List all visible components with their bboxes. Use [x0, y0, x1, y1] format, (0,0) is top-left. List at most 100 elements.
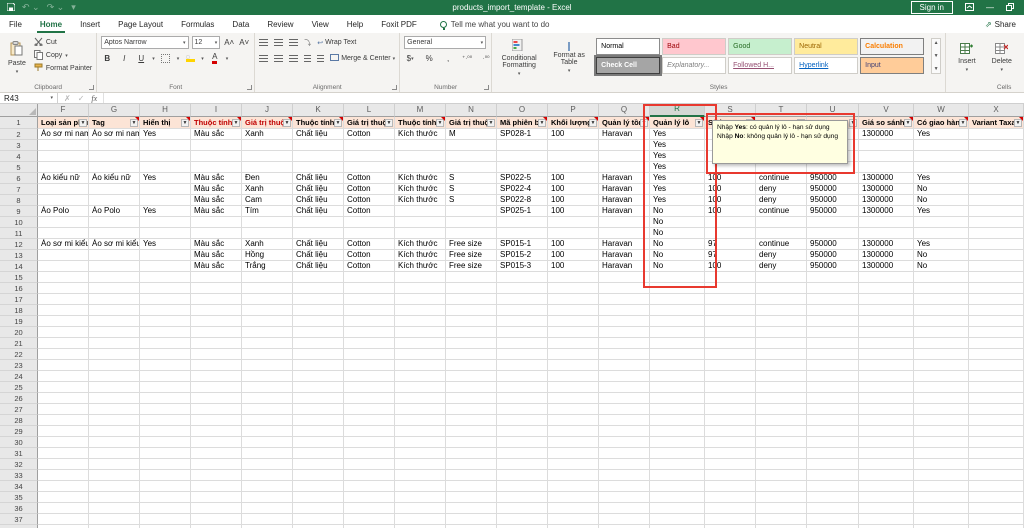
column-header-G[interactable]: G [89, 104, 140, 117]
row-header-18[interactable]: 18 [0, 305, 38, 316]
cell-K24[interactable] [293, 371, 344, 382]
cell-F27[interactable] [38, 404, 89, 415]
cell-M15[interactable] [395, 272, 446, 283]
style-check-cell[interactable]: Check Cell [596, 57, 660, 74]
cell-W14[interactable]: No [914, 261, 969, 272]
cell-F6[interactable]: Áo kiểu nữ [38, 173, 89, 184]
cell-G9[interactable]: Áo Polo [89, 206, 140, 217]
cell-F30[interactable] [38, 437, 89, 448]
cell-R29[interactable] [650, 426, 705, 437]
cell-R8[interactable]: Yes [650, 195, 705, 206]
cell-H34[interactable] [140, 481, 191, 492]
cell-W37[interactable] [914, 514, 969, 525]
cell-Q19[interactable] [599, 316, 650, 327]
cell-T15[interactable] [756, 272, 807, 283]
font-size-select[interactable]: 12▾ [192, 36, 221, 49]
cell-X29[interactable] [969, 426, 1024, 437]
filter-dropdown-icon[interactable]: ▼ [849, 119, 857, 127]
row-header-20[interactable]: 20 [0, 327, 38, 338]
tab-review[interactable]: Review [258, 15, 302, 33]
cell-P13[interactable]: 100 [548, 250, 599, 261]
cell-K17[interactable] [293, 294, 344, 305]
cell-U25[interactable] [807, 382, 859, 393]
cell-X9[interactable] [969, 206, 1024, 217]
cell-G30[interactable] [89, 437, 140, 448]
cell-T13[interactable]: deny [756, 250, 807, 261]
cell-N36[interactable] [446, 503, 497, 514]
cell-L12[interactable]: Cotton [344, 239, 395, 250]
cell-V22[interactable] [859, 349, 914, 360]
cell-H23[interactable] [140, 360, 191, 371]
cell-P17[interactable] [548, 294, 599, 305]
column-header-J[interactable]: J [242, 104, 293, 117]
cell-G8[interactable] [89, 195, 140, 206]
cell-P14[interactable]: 100 [548, 261, 599, 272]
cell-H32[interactable] [140, 459, 191, 470]
cell-I18[interactable] [191, 305, 242, 316]
cell-P5[interactable] [548, 162, 599, 173]
cell-I30[interactable] [191, 437, 242, 448]
cell-I20[interactable] [191, 327, 242, 338]
cell-S24[interactable] [705, 371, 756, 382]
cell-N22[interactable] [446, 349, 497, 360]
cell-F11[interactable] [38, 228, 89, 239]
cell-Q21[interactable] [599, 338, 650, 349]
style-calculation[interactable]: Calculation [860, 38, 924, 55]
cell-H13[interactable] [140, 250, 191, 261]
cell-J32[interactable] [242, 459, 293, 470]
cell-U33[interactable] [807, 470, 859, 481]
cell-X28[interactable] [969, 415, 1024, 426]
cell-O9[interactable]: SP025-1 [497, 206, 548, 217]
cell-O26[interactable] [497, 393, 548, 404]
cell-F25[interactable] [38, 382, 89, 393]
cell-W4[interactable] [914, 151, 969, 162]
cell-N12[interactable]: Free size [446, 239, 497, 250]
column-header-L[interactable]: L [344, 104, 395, 117]
cell-U8[interactable]: 950000 [807, 195, 859, 206]
cell-Q18[interactable] [599, 305, 650, 316]
cell-X21[interactable] [969, 338, 1024, 349]
cell-X35[interactable] [969, 492, 1024, 503]
cell-I6[interactable]: Màu sắc [191, 173, 242, 184]
cell-X6[interactable] [969, 173, 1024, 184]
cell-W28[interactable] [914, 415, 969, 426]
cell-U28[interactable] [807, 415, 859, 426]
cell-Q22[interactable] [599, 349, 650, 360]
cell-M31[interactable] [395, 448, 446, 459]
cell-L28[interactable] [344, 415, 395, 426]
cell-I26[interactable] [191, 393, 242, 404]
cell-V13[interactable]: 1300000 [859, 250, 914, 261]
copy-button[interactable]: Copy ▾ [34, 49, 92, 62]
cell-U14[interactable]: 950000 [807, 261, 859, 272]
cell-Q8[interactable]: Haravan [599, 195, 650, 206]
cell-X14[interactable] [969, 261, 1024, 272]
cell-L33[interactable] [344, 470, 395, 481]
cell-N21[interactable] [446, 338, 497, 349]
cell-O17[interactable] [497, 294, 548, 305]
cell-W22[interactable] [914, 349, 969, 360]
cell-W15[interactable] [914, 272, 969, 283]
cell-F17[interactable] [38, 294, 89, 305]
cell-T19[interactable] [756, 316, 807, 327]
cell-Q13[interactable]: Haravan [599, 250, 650, 261]
cell-I2[interactable]: Màu sắc [191, 129, 242, 140]
align-middle-icon[interactable] [274, 39, 283, 46]
cell-I17[interactable] [191, 294, 242, 305]
cell-I9[interactable]: Màu sắc [191, 206, 242, 217]
cell-I1[interactable]: Thuộc tính 1▼ [191, 117, 242, 129]
cell-X8[interactable] [969, 195, 1024, 206]
cell-V6[interactable]: 1300000 [859, 173, 914, 184]
cell-F9[interactable]: Áo Polo [38, 206, 89, 217]
cell-H4[interactable] [140, 151, 191, 162]
cell-G1[interactable]: Tag▼ [89, 117, 140, 129]
cell-O18[interactable] [497, 305, 548, 316]
cell-W21[interactable] [914, 338, 969, 349]
tab-page-layout[interactable]: Page Layout [109, 15, 172, 33]
cell-Q5[interactable] [599, 162, 650, 173]
cell-N27[interactable] [446, 404, 497, 415]
cell-O28[interactable] [497, 415, 548, 426]
cell-S35[interactable] [705, 492, 756, 503]
cell-N16[interactable] [446, 283, 497, 294]
cell-Q14[interactable]: Haravan [599, 261, 650, 272]
cell-P27[interactable] [548, 404, 599, 415]
